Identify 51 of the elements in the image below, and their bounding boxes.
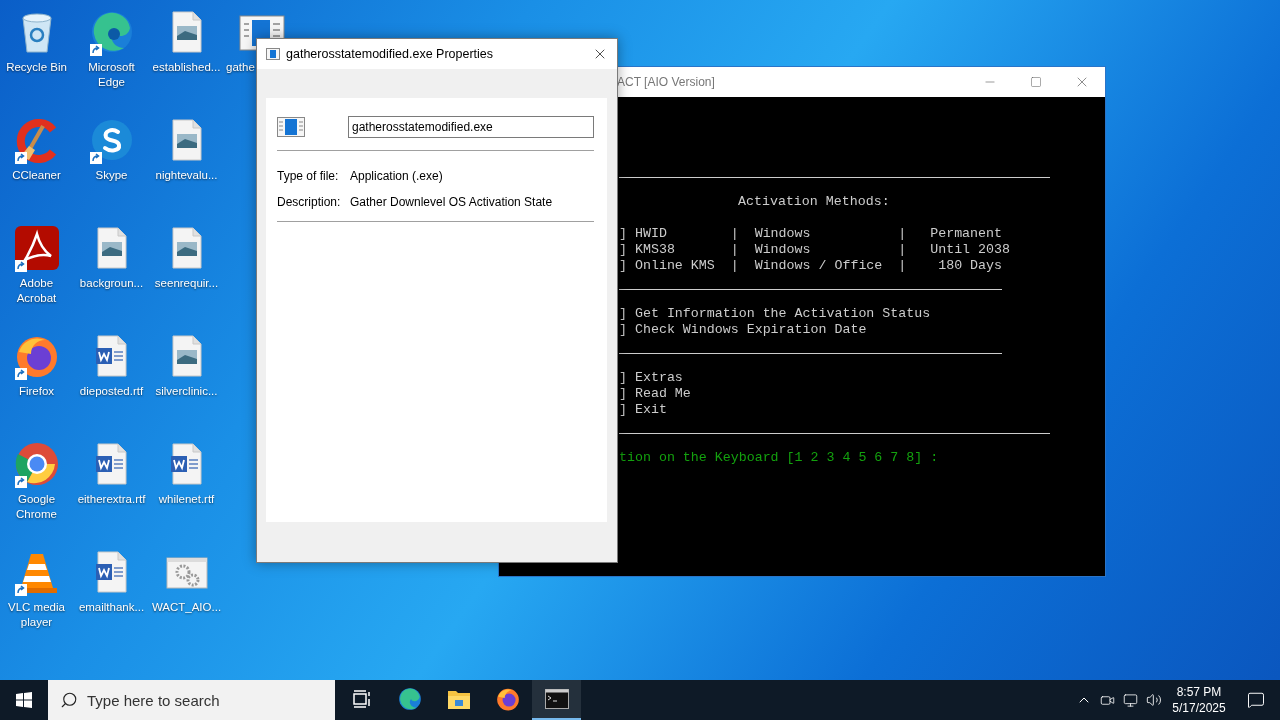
desktop-icon-label[interactable]: dieposted.rtf <box>74 384 149 399</box>
notification-icon <box>1247 691 1265 709</box>
fox-globe-icon <box>494 686 521 712</box>
console-prompt: tion on the Keyboard [1 2 3 4 5 6 7 8] : <box>619 450 939 465</box>
console-line: ] Read Me <box>619 386 691 401</box>
console-line: ] Exit <box>619 402 667 417</box>
window-title: ACT [AIO Version] <box>617 74 715 91</box>
desktop-icon-label[interactable]: established... <box>149 60 224 75</box>
desktop-icon-label[interactable]: nightevalu... <box>149 168 224 183</box>
console-line: ] Get Information the Activation Status <box>619 306 931 321</box>
console-line: ] KMS38 | Windows | Until 2038 <box>619 242 1010 257</box>
application-window-icon <box>277 117 305 137</box>
volume-icon[interactable] <box>1146 692 1162 708</box>
desktop-icon-label[interactable]: Recycle Bin <box>0 60 74 75</box>
console-heading: Activation Methods: <box>738 194 890 209</box>
desktop-icon-label[interactable]: backgroun... <box>74 276 149 291</box>
task-view-icon <box>350 689 371 709</box>
desktop-icon-label[interactable]: silverclinic... <box>149 384 224 399</box>
terminal-icon <box>544 689 569 709</box>
wave-logo-icon <box>396 686 423 712</box>
maximize-icon <box>1030 76 1042 88</box>
desktop-icon-label[interactable]: WACT_AIO... <box>149 600 224 615</box>
console-line: ] Online KMS | Windows / Office | 180 Days <box>619 258 1002 273</box>
network-icon[interactable] <box>1123 692 1138 708</box>
desktop-icon-label[interactable]: CCleaner <box>0 168 74 183</box>
desktop-icon-label[interactable]: whilenet.rtf <box>149 492 224 507</box>
desktop-icon-label[interactable]: emailthank... <box>74 600 149 615</box>
desktop-icon-label[interactable]: Microsoft Edge <box>74 60 149 90</box>
desktop-icon-label[interactable]: seenrequir... <box>149 276 224 291</box>
pdf-logo-icon <box>12 224 61 272</box>
desktop-icon-label[interactable]: Adobe Acrobat <box>0 276 74 306</box>
console-line: ] Extras <box>619 370 683 385</box>
desktop-icon-label[interactable]: VLC media player <box>0 600 74 630</box>
desktop-icon-label[interactable]: eitherextra.rtf <box>74 492 149 507</box>
windows-logo-icon <box>16 692 32 708</box>
field-label: Type of file: <box>277 168 340 185</box>
field-value: Gather Downlevel OS Activation State <box>350 194 553 211</box>
console-line: ] Check Windows Expiration Date <box>619 322 867 337</box>
search-field[interactable]: Type here to search <box>48 680 335 720</box>
clock[interactable]: 8:57 PM 5/17/2025 <box>1170 680 1228 720</box>
window-title: gatherosstatemodified.exe Properties <box>286 45 494 63</box>
taskbar-app-button[interactable] <box>532 680 581 720</box>
desktop-icon-label[interactable]: Skype <box>74 168 149 183</box>
file-name-field[interactable]: gatherosstatemodified.exe <box>348 116 594 138</box>
desktop-icon-label[interactable]: Google Chrome <box>0 492 74 522</box>
desktop-icon-label[interactable]: Firefox <box>0 384 74 399</box>
field-value: Application (.exe) <box>350 168 443 185</box>
search-icon <box>60 691 78 709</box>
folder-icon <box>446 688 471 710</box>
field-label: Description: <box>277 194 342 211</box>
console-line: ] HWID | Windows | Permanent <box>619 226 1002 241</box>
